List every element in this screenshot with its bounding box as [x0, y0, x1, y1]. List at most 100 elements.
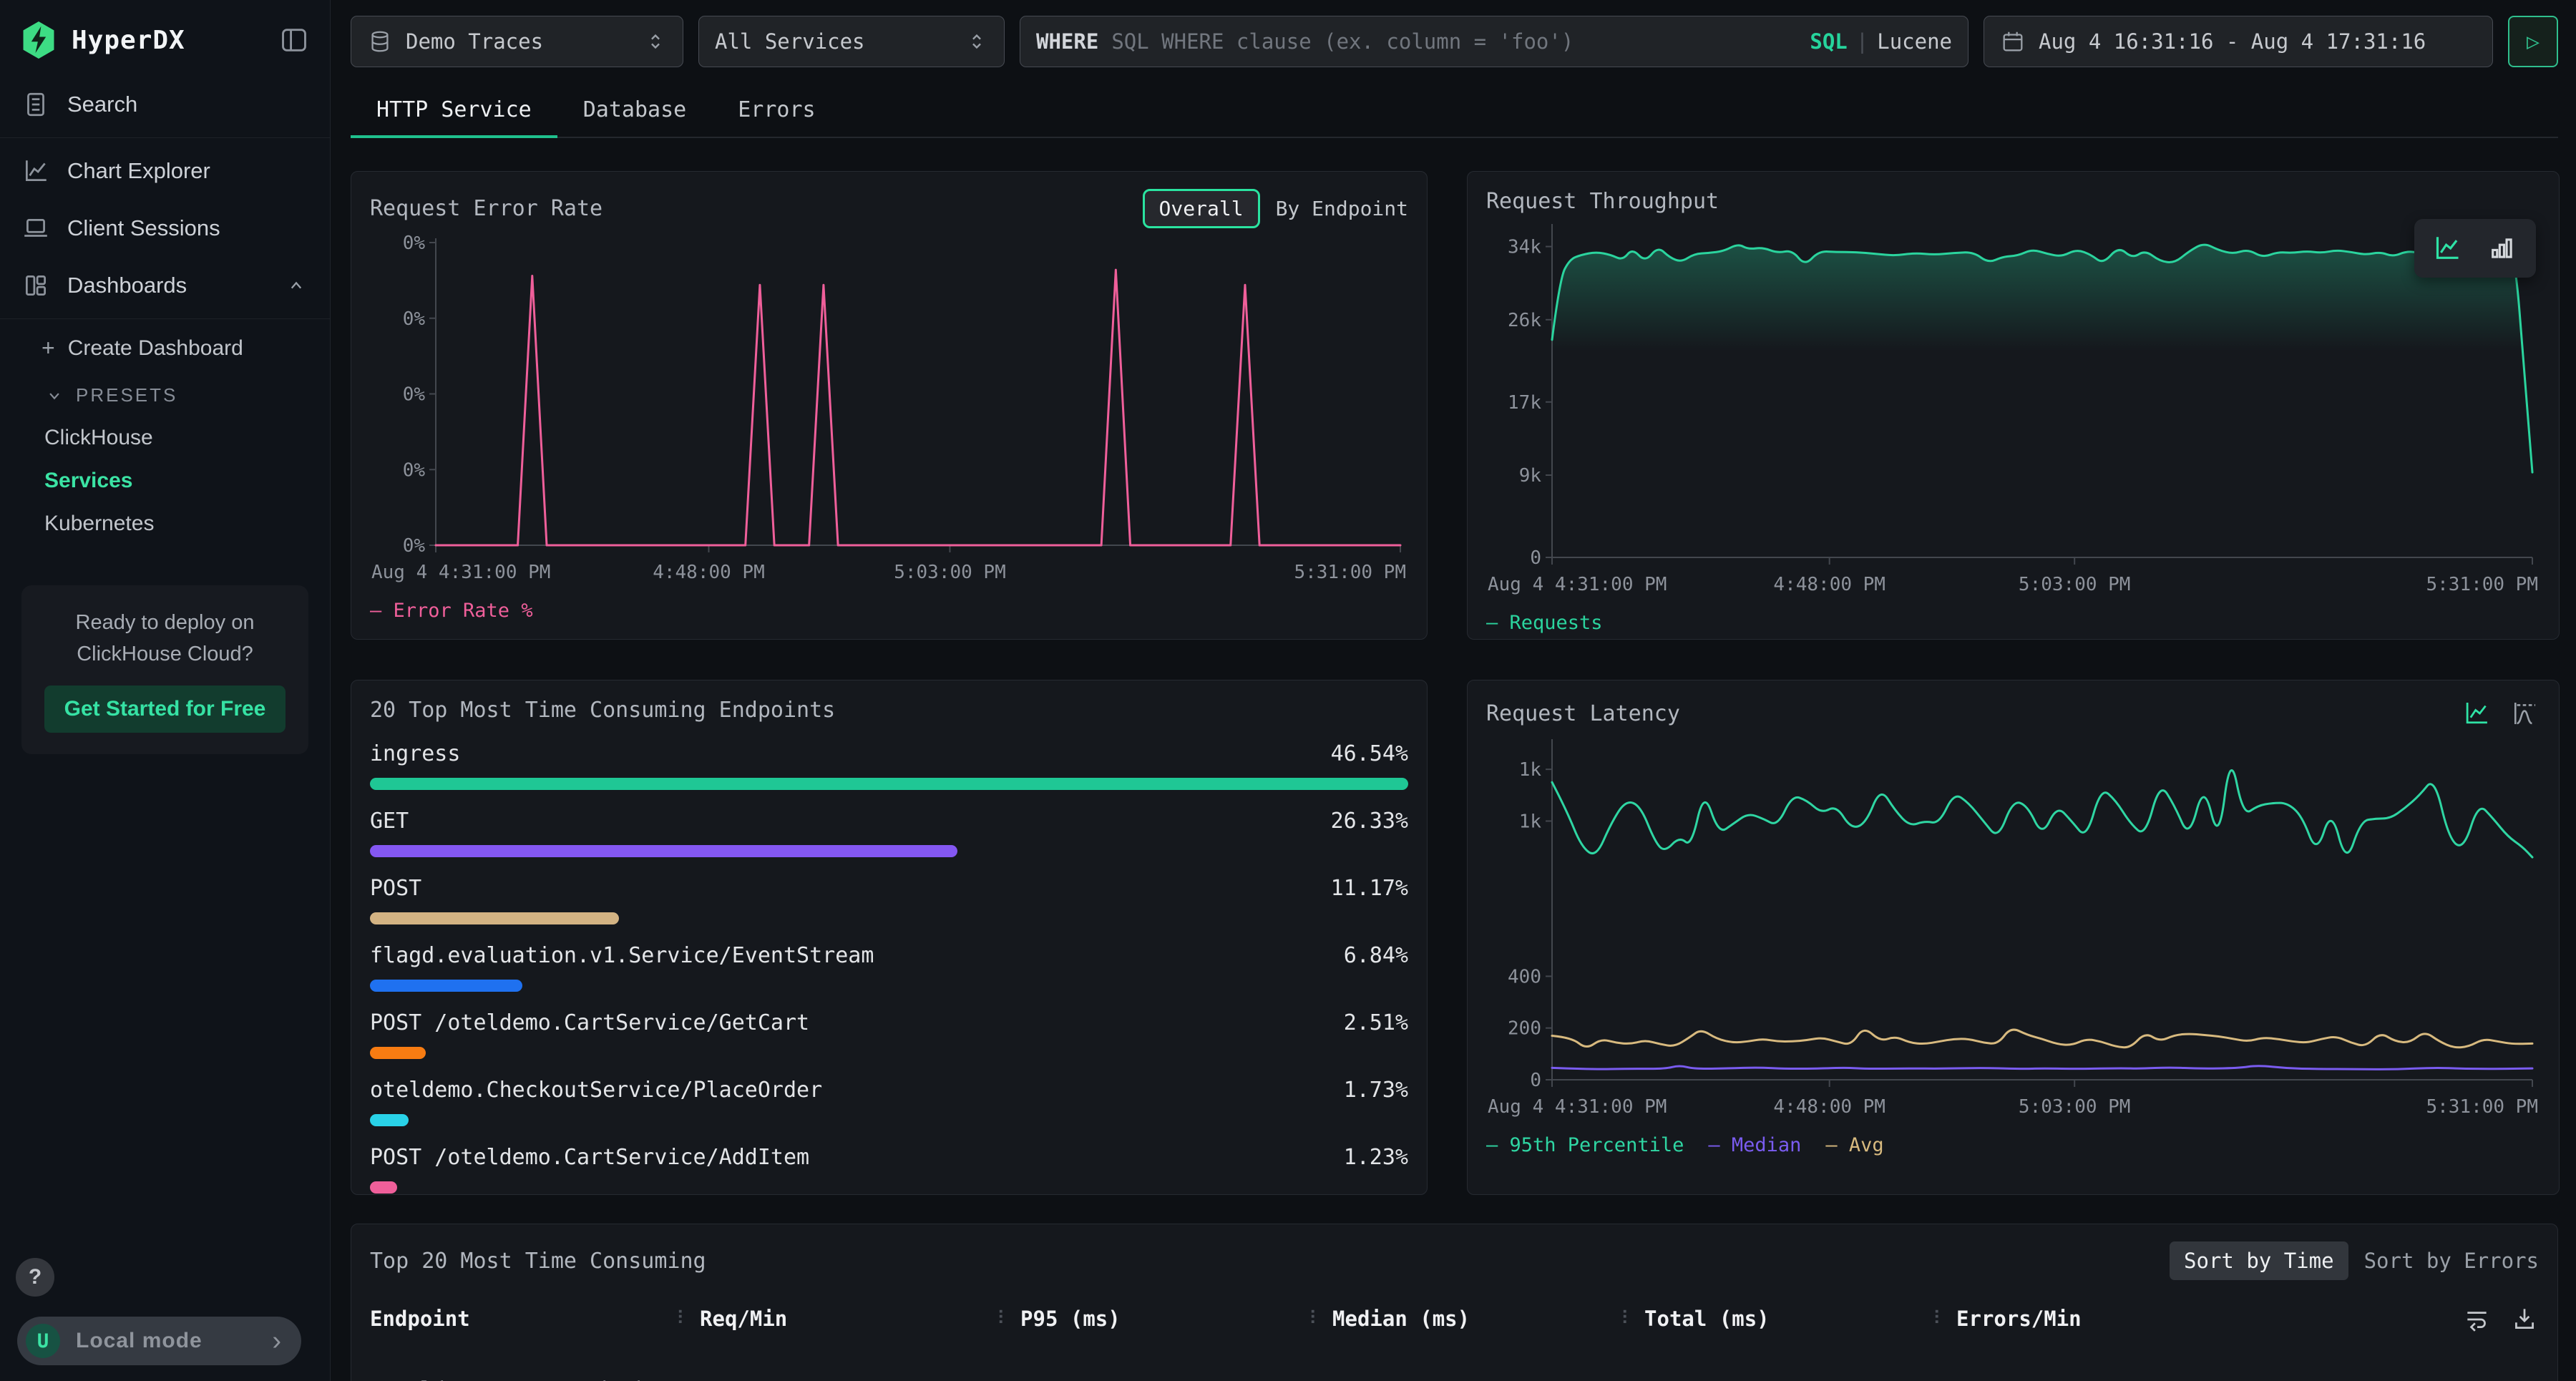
x-tick-label: Aug 4 4:31:00 PM [1488, 1096, 1667, 1118]
table-header-row: Endpoint⠇Req/Min⠇P95 (ms)⠇Median (ms)⠇To… [370, 1304, 2539, 1333]
endpoint-bar-item[interactable]: GET26.33% [370, 809, 1408, 857]
sidebar-item-kubernetes[interactable]: Kubernetes [0, 502, 330, 545]
x-tick-label: 5:31:00 PM [2426, 574, 2538, 595]
endpoint-percentage: 2.51% [1344, 1010, 1408, 1035]
series-95th Percentile [1552, 771, 2532, 858]
throughput-panel: Request Throughput 34k26k17k9k0Aug 4 4:3… [1467, 171, 2560, 640]
text-wrap-icon[interactable] [2463, 1304, 2492, 1333]
endpoint-bar-item[interactable]: flagd.evaluation.v1.Service/EventStream6… [370, 943, 1408, 992]
chevron-updown-icon [965, 29, 988, 54]
brand-title: HyperDX [72, 26, 278, 55]
top-consuming-table-panel: Top 20 Most Time Consuming Sort by Time … [351, 1224, 2558, 1381]
tab-http-service[interactable]: HTTP Service [351, 86, 557, 138]
y-tick-label: 1k [1519, 759, 1542, 781]
legend-item: — 95th Percentile [1486, 1134, 1684, 1156]
bar-chart-toggle-icon[interactable] [2486, 232, 2519, 265]
local-mode-button[interactable]: U Local mode › [17, 1317, 301, 1365]
sidebar-item-chart-explorer[interactable]: Chart Explorer [0, 142, 330, 200]
laptop-icon [21, 214, 50, 243]
table-header-icons [2463, 1304, 2539, 1333]
app-root: HyperDX Search Chart Explorer Client Ses… [0, 0, 2576, 1381]
tab-database[interactable]: Database [557, 86, 713, 138]
sidebar-divider [0, 318, 330, 319]
endpoint-bar-item[interactable]: POST /oteldemo.CartService/AddItem1.23% [370, 1145, 1408, 1194]
y-tick-label: 26k [1508, 310, 1541, 331]
sidebar-item-services[interactable]: Services [0, 459, 330, 502]
table-cell: 166.1 [997, 1377, 1309, 1381]
series-Median [1552, 1066, 2532, 1070]
table-row[interactable]: /oteldemo.RecommendationServ639.4166.119… [370, 1377, 2539, 1381]
main-content: Demo Traces All Services WHERE SQL | Luc… [331, 0, 2576, 1381]
column-header-Total (ms)[interactable]: ⠇Total (ms) [1621, 1307, 1933, 1331]
legend-item: — Requests [1486, 612, 1603, 634]
table-cell: /oteldemo.RecommendationServ [370, 1377, 676, 1381]
sql-mode-toggle[interactable]: SQL [1810, 29, 1847, 54]
by-endpoint-toggle-button[interactable]: By Endpoint [1276, 197, 1408, 220]
endpoint-bar-item[interactable]: ingress46.54% [370, 741, 1408, 790]
throughput-chart[interactable]: 34k26k17k9k0Aug 4 4:31:00 PM4:48:00 PM5:… [1486, 218, 2540, 606]
column-header-P95 (ms)[interactable]: ⠇P95 (ms) [997, 1307, 1309, 1331]
lucene-mode-toggle[interactable]: Lucene [1877, 29, 1952, 54]
presets-toggle[interactable]: PRESETS [0, 373, 330, 416]
user-avatar: U [26, 1324, 60, 1358]
x-tick-label: 5:31:00 PM [2426, 1096, 2538, 1118]
column-header-Errors/Min[interactable]: ⠇Errors/Min [1933, 1307, 2147, 1331]
x-tick-label: 5:03:00 PM [2019, 574, 2131, 595]
help-button[interactable]: ? [16, 1258, 54, 1297]
column-label: P95 (ms) [1020, 1307, 1121, 1331]
endpoint-bar [370, 1047, 1408, 1059]
sidebar-item-search[interactable]: Search [0, 76, 330, 133]
endpoint-bar-item[interactable]: oteldemo.CheckoutService/PlaceOrder1.73% [370, 1078, 1408, 1126]
latency-chart[interactable]: 1k1k4002000Aug 4 4:31:00 PM4:48:00 PM5:0… [1486, 733, 2540, 1128]
sort-by-time-button[interactable]: Sort by Time [2170, 1241, 2348, 1280]
x-tick-label: Aug 4 4:31:00 PM [371, 562, 550, 583]
chevron-updown-icon [644, 29, 667, 54]
error-rate-chart[interactable]: 0%0%0%0%0%Aug 4 4:31:00 PM4:48:00 PM5:03… [370, 233, 1407, 594]
sidebar-collapse-icon[interactable] [278, 25, 310, 55]
line-chart-toggle-icon[interactable] [2431, 232, 2464, 265]
line-chart-toggle-icon[interactable] [2462, 698, 2493, 729]
legend-item: — Median [1708, 1134, 1801, 1156]
sort-by-errors-button[interactable]: Sort by Errors [2364, 1249, 2539, 1273]
y-tick-label: 200 [1508, 1018, 1541, 1040]
column-header-Median (ms)[interactable]: ⠇Median (ms) [1309, 1307, 1621, 1331]
service-select[interactable]: All Services [698, 16, 1005, 67]
tab-errors[interactable]: Errors [712, 86, 841, 138]
time-range-picker[interactable]: Aug 4 16:31:16 - Aug 4 17:31:16 [1984, 16, 2493, 67]
sidebar-item-dashboards[interactable]: Dashboards [0, 257, 330, 314]
y-tick-label: 0% [403, 233, 426, 254]
endpoint-bar-item[interactable]: POST11.17% [370, 876, 1408, 924]
search-input[interactable] [1111, 29, 1810, 54]
endpoint-percentage: 6.84% [1344, 943, 1408, 968]
legend-item: — Avg [1825, 1134, 1883, 1156]
chevron-down-icon [44, 386, 64, 406]
download-icon[interactable] [2510, 1304, 2539, 1333]
column-label: Errors/Min [1956, 1307, 2082, 1331]
endpoint-bar [370, 1181, 1408, 1194]
logs-icon [21, 90, 50, 119]
histogram-toggle-icon[interactable] [2509, 698, 2540, 729]
sidebar-item-label: Search [67, 92, 137, 117]
source-select[interactable]: Demo Traces [351, 16, 683, 67]
overall-toggle-button[interactable]: Overall [1143, 189, 1260, 228]
endpoint-bar-list: ingress46.54% GET26.33% POST11.17% flagd.ev… [370, 741, 1408, 1194]
sidebar-item-client-sessions[interactable]: Client Sessions [0, 200, 330, 257]
y-tick-label: 0 [1530, 547, 1541, 569]
endpoint-bar [370, 912, 1408, 924]
y-tick-label: 17k [1508, 392, 1541, 414]
sidebar-item-clickhouse[interactable]: ClickHouse [0, 416, 330, 459]
endpoint-bar-item[interactable]: POST /oteldemo.CartService/GetCart2.51% [370, 1010, 1408, 1059]
run-query-button[interactable]: ▷ [2508, 16, 2558, 67]
line-chart-icon [21, 157, 50, 185]
where-label: WHERE [1036, 29, 1098, 54]
column-header-Req/Min[interactable]: ⠇Req/Min [676, 1307, 997, 1331]
create-dashboard-button[interactable]: + Create Dashboard [0, 323, 330, 373]
endpoint-label: ingress [370, 741, 460, 766]
panel-title: 20 Top Most Time Consuming Endpoints [370, 698, 835, 723]
where-search-box[interactable]: WHERE SQL | Lucene [1020, 16, 1968, 67]
endpoint-bar [370, 980, 1408, 992]
database-icon [367, 29, 393, 54]
column-header-Endpoint[interactable]: Endpoint [370, 1307, 676, 1331]
get-started-button[interactable]: Get Started for Free [44, 685, 286, 733]
chart-legend: — Error Rate % [370, 600, 1408, 622]
